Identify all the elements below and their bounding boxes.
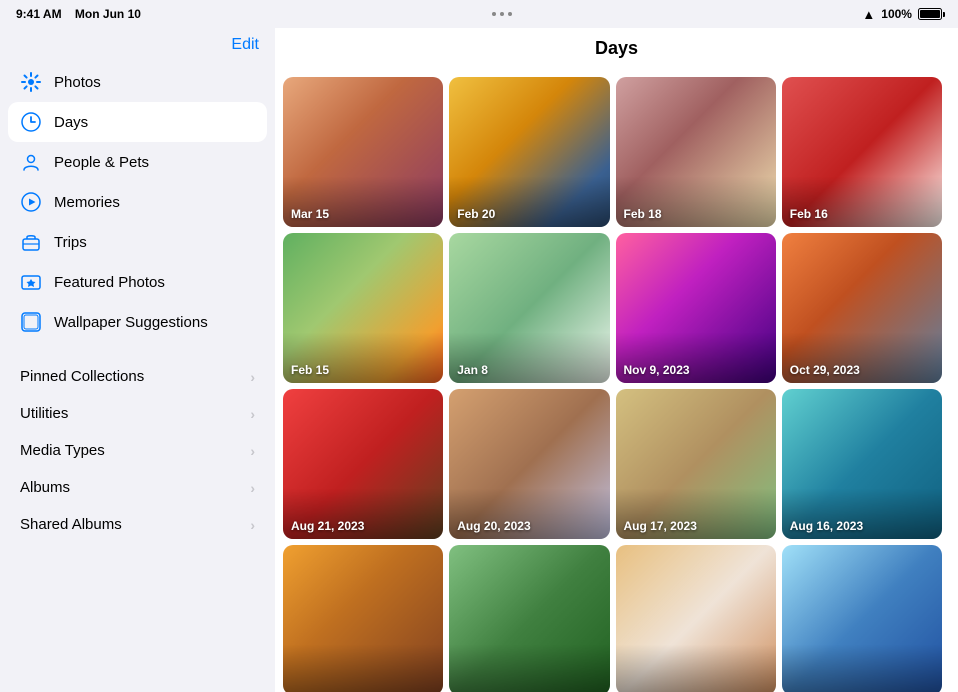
shared-albums-chevron: › (250, 517, 255, 533)
sidebar-featured-photos-label: Featured Photos (54, 274, 165, 291)
pinned-collections-chevron: › (250, 369, 255, 385)
photo-gradient-overlay (782, 645, 942, 692)
photo-cell-4[interactable]: Feb 16 (782, 77, 942, 227)
sidebar-people-pets-label: People & Pets (54, 154, 149, 171)
media-types-chevron: › (250, 443, 255, 459)
sidebar-wallpaper-label: Wallpaper Suggestions (54, 314, 208, 331)
dot-1 (492, 12, 496, 16)
photo-label-4: Feb 16 (790, 207, 828, 221)
sidebar-nav: Photos Days (0, 58, 275, 346)
shared-albums-label: Shared Albums (20, 516, 122, 533)
photo-gradient-overlay (283, 645, 443, 692)
status-right: ▲ 100% (862, 7, 942, 22)
photo-cell-3[interactable]: Feb 18 (616, 77, 776, 227)
sidebar-item-memories[interactable]: Memories (8, 182, 267, 222)
featured-photos-icon (20, 271, 42, 293)
battery-indicator (918, 8, 942, 20)
photo-label-5: Feb 15 (291, 363, 329, 377)
status-date: Mon Jun 10 (75, 7, 141, 21)
sidebar-item-people-pets[interactable]: People & Pets (8, 142, 267, 182)
status-bar: 9:41 AM Mon Jun 10 ▲ 100% (0, 0, 958, 28)
app-container: Edit Photo (0, 28, 958, 692)
status-time: 9:41 AM (16, 7, 62, 21)
trips-icon (20, 231, 42, 253)
sidebar-item-wallpaper-suggestions[interactable]: Wallpaper Suggestions (8, 302, 267, 342)
albums-chevron: › (250, 480, 255, 496)
pinned-collections-label: Pinned Collections (20, 368, 144, 385)
sidebar-trips-label: Trips (54, 234, 87, 251)
dot-3 (508, 12, 512, 16)
photo-cell-12[interactable]: Aug 16, 2023 (782, 389, 942, 539)
photo-label-1: Mar 15 (291, 207, 329, 221)
photo-cell-11[interactable]: Aug 17, 2023 (616, 389, 776, 539)
sidebar-item-days[interactable]: Days (8, 102, 267, 142)
photo-cell-1[interactable]: Mar 15 (283, 77, 443, 227)
sidebar-sections: Pinned Collections › Utilities › Media T… (0, 358, 275, 543)
sidebar-item-trips[interactable]: Trips (8, 222, 267, 262)
edit-button[interactable]: Edit (231, 36, 259, 54)
photo-label-7: Nov 9, 2023 (624, 363, 690, 377)
sidebar-photos-label: Photos (54, 74, 101, 91)
wifi-icon: ▲ (862, 7, 875, 22)
utilities-chevron: › (250, 406, 255, 422)
sidebar-item-pinned-collections[interactable]: Pinned Collections › (8, 358, 267, 395)
sidebar-item-utilities[interactable]: Utilities › (8, 395, 267, 432)
photo-label-12: Aug 16, 2023 (790, 519, 863, 533)
photo-cell-6[interactable]: Jan 8 (449, 233, 609, 383)
dot-2 (500, 12, 504, 16)
photo-cell-7[interactable]: Nov 9, 2023 (616, 233, 776, 383)
photo-gradient-overlay (616, 645, 776, 692)
photo-cell-16[interactable] (782, 545, 942, 692)
utilities-label: Utilities (20, 405, 68, 422)
photo-label-9: Aug 21, 2023 (291, 519, 364, 533)
battery-fill (920, 10, 940, 18)
content-header: Days (275, 28, 958, 69)
photo-label-8: Oct 29, 2023 (790, 363, 860, 377)
content-title: Days (595, 38, 638, 58)
status-center-dots (492, 12, 512, 16)
photo-label-2: Feb 20 (457, 207, 495, 221)
people-pets-icon (20, 151, 42, 173)
sidebar-memories-label: Memories (54, 194, 120, 211)
photo-cell-14[interactable] (449, 545, 609, 692)
sidebar: Edit Photo (0, 28, 275, 692)
photo-cell-8[interactable]: Oct 29, 2023 (782, 233, 942, 383)
photo-cell-2[interactable]: Feb 20 (449, 77, 609, 227)
days-icon (20, 111, 42, 133)
content-area: Days Mar 15 Feb 20 Feb 18 Feb 16 Feb 15 Jan 8… (275, 28, 958, 692)
photos-icon (20, 71, 42, 93)
wallpaper-icon (20, 311, 42, 333)
sidebar-item-photos[interactable]: Photos (8, 62, 267, 102)
photo-cell-5[interactable]: Feb 15 (283, 233, 443, 383)
sidebar-days-label: Days (54, 114, 88, 131)
battery-percent: 100% (881, 7, 912, 21)
albums-label: Albums (20, 479, 70, 496)
photo-label-11: Aug 17, 2023 (624, 519, 697, 533)
photo-cell-9[interactable]: Aug 21, 2023 (283, 389, 443, 539)
status-time-date: 9:41 AM Mon Jun 10 (16, 7, 141, 21)
sidebar-item-featured-photos[interactable]: Featured Photos (8, 262, 267, 302)
photo-gradient-overlay (449, 645, 609, 692)
photo-grid: Mar 15 Feb 20 Feb 18 Feb 16 Feb 15 Jan 8 Nov 9… (275, 69, 958, 692)
photo-label-6: Jan 8 (457, 363, 488, 377)
sidebar-header: Edit (0, 28, 275, 58)
sidebar-item-media-types[interactable]: Media Types › (8, 432, 267, 469)
photo-cell-15[interactable] (616, 545, 776, 692)
media-types-label: Media Types (20, 442, 105, 459)
memories-icon (20, 191, 42, 213)
sidebar-item-shared-albums[interactable]: Shared Albums › (8, 506, 267, 543)
photo-cell-13[interactable] (283, 545, 443, 692)
battery-bar (918, 8, 942, 20)
photo-cell-10[interactable]: Aug 20, 2023 (449, 389, 609, 539)
photo-label-10: Aug 20, 2023 (457, 519, 530, 533)
photo-label-3: Feb 18 (624, 207, 662, 221)
sidebar-item-albums[interactable]: Albums › (8, 469, 267, 506)
